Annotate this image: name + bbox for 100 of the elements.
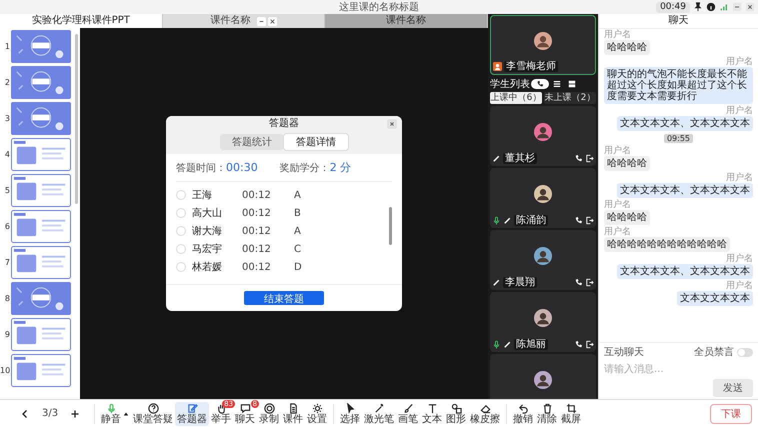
exit-icon[interactable] xyxy=(585,154,594,163)
end-quiz-button[interactable]: 结束答题 xyxy=(244,291,324,305)
close-icon[interactable] xyxy=(387,119,397,129)
phone-icon[interactable] xyxy=(574,154,583,163)
toolbar-button[interactable]: 橡皮擦 xyxy=(468,402,502,426)
toolbar-button[interactable]: 清除 xyxy=(535,402,560,426)
pen-icon[interactable] xyxy=(503,216,512,225)
radio-button[interactable] xyxy=(176,208,186,218)
mic-icon[interactable] xyxy=(492,216,501,225)
minimize-icon[interactable] xyxy=(256,16,266,26)
record-icon xyxy=(264,402,275,414)
radio-button[interactable] xyxy=(176,190,186,200)
pen-icon[interactable] xyxy=(492,154,501,163)
mic-icon[interactable] xyxy=(492,340,501,349)
toolbar-button[interactable]: 答题器 xyxy=(175,402,210,426)
close-icon[interactable] xyxy=(745,2,755,12)
pen-icon[interactable] xyxy=(492,278,501,287)
toolbar-button[interactable]: 录制 xyxy=(257,402,282,426)
scrollbar[interactable] xyxy=(75,34,78,204)
send-button[interactable]: 发送 xyxy=(713,379,753,397)
message-bubble: 哈哈哈哈 xyxy=(604,156,650,171)
slide-thumbnail[interactable] xyxy=(11,246,71,279)
student-tab[interactable]: 未上课（2） xyxy=(544,92,596,104)
toolbar-button[interactable]: 课件 xyxy=(281,402,306,426)
avatar xyxy=(534,309,552,327)
previous-icon[interactable] xyxy=(20,408,30,418)
toolbar-button[interactable]: 设置 xyxy=(305,402,330,426)
person-icon xyxy=(493,62,502,71)
slide-thumbnail[interactable] xyxy=(11,30,71,63)
slide-thumbnail[interactable] xyxy=(11,210,71,243)
pin-icon[interactable] xyxy=(693,2,703,12)
caret-icon[interactable] xyxy=(123,410,130,416)
slide-number: 10 xyxy=(0,366,10,375)
phone-icon[interactable] xyxy=(574,278,583,287)
message-bubble: 文本文本文本、文本文本文本 xyxy=(617,183,753,198)
radio-button[interactable] xyxy=(176,226,186,236)
mute-all-toggle[interactable] xyxy=(737,348,753,356)
toolbar-button[interactable]: 撤销 xyxy=(511,402,536,426)
exit-icon[interactable] xyxy=(585,216,594,225)
toolbar-button[interactable]: 选择 xyxy=(338,402,362,426)
username: 用户名 xyxy=(604,146,631,156)
slide-number: 8 xyxy=(4,294,10,303)
username: 用户名 xyxy=(604,227,631,237)
radio-button[interactable] xyxy=(176,262,186,272)
slide-number: 2 xyxy=(4,78,10,87)
toolbar-button[interactable]: 课堂答疑 xyxy=(131,402,176,426)
phone-icon xyxy=(536,80,544,88)
message-bubble: 文本文文本文本 xyxy=(677,291,753,306)
student-tab[interactable]: 上课中（6） xyxy=(490,92,542,104)
toolbar-button[interactable]: 截屏 xyxy=(559,402,584,426)
answer-choice: B xyxy=(294,208,301,218)
toolbar-button[interactable]: 画笔 xyxy=(396,402,420,426)
slide-thumbnail[interactable] xyxy=(11,174,71,207)
toolbar-button[interactable]: 静音 xyxy=(99,402,124,426)
toolbar-button[interactable]: 文本 xyxy=(420,402,444,426)
student-name: 林若媛 xyxy=(192,260,223,274)
message-bubble: 文本文本文本、文本文本文本 xyxy=(617,116,753,131)
slide-thumbnail[interactable] xyxy=(11,282,71,315)
avatar xyxy=(534,32,552,50)
phone-icon[interactable] xyxy=(574,340,583,349)
segment-tab[interactable]: 答题统计 xyxy=(220,134,284,150)
phone-icon[interactable] xyxy=(574,216,583,225)
answer-time: 00:12 xyxy=(242,190,272,200)
avatar xyxy=(534,247,552,265)
toolbar-button[interactable]: 图形 xyxy=(444,402,468,426)
answer-choice: D xyxy=(294,262,302,272)
slide-thumbnail[interactable] xyxy=(11,66,71,99)
slide-thumbnail[interactable] xyxy=(11,318,71,351)
view-mode-button[interactable] xyxy=(531,78,549,88)
toolbar-button[interactable]: 激光笔 xyxy=(362,402,396,426)
exit-icon[interactable] xyxy=(585,278,594,287)
radio-button[interactable] xyxy=(176,244,186,254)
whiteboard-canvas[interactable]: 答题器 答题统计 答题详情 答题时间：00:30 奖励学分：2 分 王海 00:12 A 高大山 00:12 B 谢大海 00:12 A 马宏宇 00:12 C 林若媛 00:12 D 结束答题 xyxy=(80,28,488,399)
slide-thumbnail[interactable] xyxy=(11,138,71,171)
answer-time: 00:12 xyxy=(242,208,272,218)
info-icon[interactable] xyxy=(706,2,716,12)
student-name: 高大山 xyxy=(192,206,223,220)
slide-number: 6 xyxy=(4,222,10,231)
document-icon xyxy=(288,402,299,414)
username: 用户名 xyxy=(726,254,753,264)
label: 奖励学分： xyxy=(280,163,330,174)
document-tab[interactable]: 课件名称 xyxy=(162,14,326,28)
scrollbar[interactable] xyxy=(389,207,392,245)
slide-thumbnail[interactable] xyxy=(11,354,71,387)
mute-all-label: 全员禁言 xyxy=(694,346,734,359)
student-name: 谢大海 xyxy=(192,224,223,238)
username: 用户名 xyxy=(726,106,753,116)
grid-icon xyxy=(568,80,576,88)
close-icon[interactable] xyxy=(268,16,276,26)
exit-icon[interactable] xyxy=(585,340,594,349)
minimize-icon[interactable] xyxy=(732,2,742,12)
add-icon[interactable] xyxy=(70,408,80,418)
document-tab[interactable]: 课件名称 xyxy=(325,14,488,28)
message-bubble: 文本文本文本、文本文本文本 xyxy=(617,264,753,279)
student-name: 陈旭丽 xyxy=(514,339,548,350)
slide-number: 1 xyxy=(4,42,10,51)
segment-tab[interactable]: 答题详情 xyxy=(284,134,348,150)
slide-thumbnail[interactable] xyxy=(11,102,71,135)
end-class-button[interactable]: 下课 xyxy=(710,404,752,424)
pen-icon[interactable] xyxy=(503,340,512,349)
